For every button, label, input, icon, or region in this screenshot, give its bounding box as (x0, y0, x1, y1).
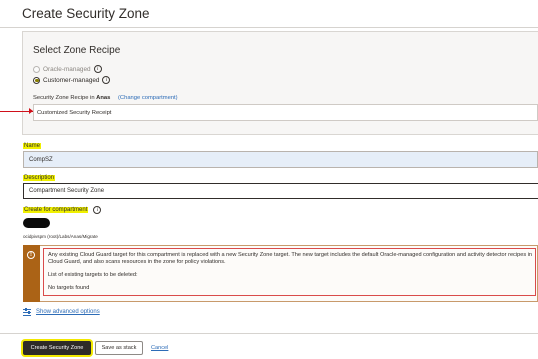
radio-button-oracle[interactable] (33, 65, 40, 73)
recipe-compartment-row: Security Zone Recipe in Anas (Change com… (33, 95, 178, 101)
show-advanced-options[interactable]: Show advanced options (23, 308, 100, 316)
radio-customer-managed[interactable]: Customer-managed i (33, 76, 111, 84)
description-label: Description (23, 175, 56, 181)
recipe-compartment-name: Anas (96, 95, 111, 101)
compartment-select-redacted[interactable] (23, 218, 50, 228)
change-compartment-link[interactable]: (Change compartment) (118, 95, 178, 101)
compartment-path: ocidpivspm (root)/Labs/Anas/Migrate (23, 234, 98, 239)
info-icon[interactable]: i (102, 76, 111, 84)
radio-oracle-managed[interactable]: Oracle-managed i (33, 65, 102, 73)
show-advanced-options-label: Show advanced options (36, 309, 100, 315)
header-divider (0, 27, 538, 28)
info-icon[interactable]: i (93, 65, 102, 73)
cancel-link[interactable]: Cancel (151, 345, 168, 351)
compartment-label-text: Create for compartment (23, 207, 89, 213)
create-security-zone-label: Create Security Zone (30, 345, 84, 351)
warning-icon: ! (27, 251, 35, 259)
description-label-text: Description (23, 175, 56, 181)
footer-divider (0, 333, 538, 334)
create-security-zone-page: Create Security Zone Select Zone Recipe … (0, 0, 538, 359)
info-icon[interactable]: i (93, 206, 102, 214)
recipe-in-label: Security Zone Recipe in (33, 95, 95, 101)
create-security-zone-button[interactable]: Create Security Zone (23, 341, 91, 355)
recipe-section-title: Select Zone Recipe (33, 45, 121, 56)
radio-label-customer: Customer-managed (43, 76, 100, 84)
recipe-select[interactable]: Customized Security Receipt (33, 104, 538, 121)
radio-label-oracle: Oracle-managed (43, 65, 91, 73)
warning-line-1: Any existing Cloud Guard target for this… (48, 252, 485, 258)
warning-message: Any existing Cloud Guard target for this… (48, 252, 534, 266)
name-label-text: Name (23, 143, 42, 149)
name-input[interactable]: CompSZ (23, 151, 538, 168)
warning-list-label: List of existing targets to be deleted: (48, 272, 138, 278)
save-as-stack-button[interactable]: Save as stack (95, 341, 143, 355)
annotation-arrow-head (29, 108, 33, 114)
name-label: Name (23, 143, 42, 149)
compartment-label: Create for compartment i (23, 206, 102, 214)
sliders-icon (23, 308, 31, 316)
description-input[interactable]: Compartment Security Zone (23, 183, 538, 199)
page-title: Create Security Zone (22, 6, 150, 21)
warning-empty-text: No targets found (48, 285, 90, 291)
radio-button-customer[interactable] (33, 76, 40, 84)
